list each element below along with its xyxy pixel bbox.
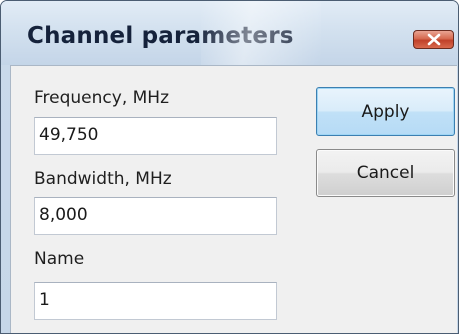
bandwidth-label: Bandwidth, MHz (34, 169, 172, 189)
bandwidth-input[interactable]: 8,000 (34, 197, 277, 235)
frequency-label: Frequency, MHz (34, 88, 170, 108)
title-bar[interactable]: Channel parameters (1, 1, 458, 65)
dialog-title: Channel parameters (27, 23, 294, 49)
close-button[interactable] (413, 30, 454, 49)
dialog-window: Channel parameters Frequency, MHz 49,750… (0, 0, 459, 334)
cancel-button[interactable]: Cancel (316, 149, 455, 197)
name-input[interactable]: 1 (34, 282, 277, 320)
close-icon (427, 33, 440, 46)
frequency-input[interactable]: 49,750 (34, 117, 277, 155)
dialog-body: Frequency, MHz 49,750 Bandwidth, MHz 8,0… (10, 65, 457, 333)
name-label: Name (34, 249, 85, 269)
apply-button[interactable]: Apply (316, 87, 455, 136)
